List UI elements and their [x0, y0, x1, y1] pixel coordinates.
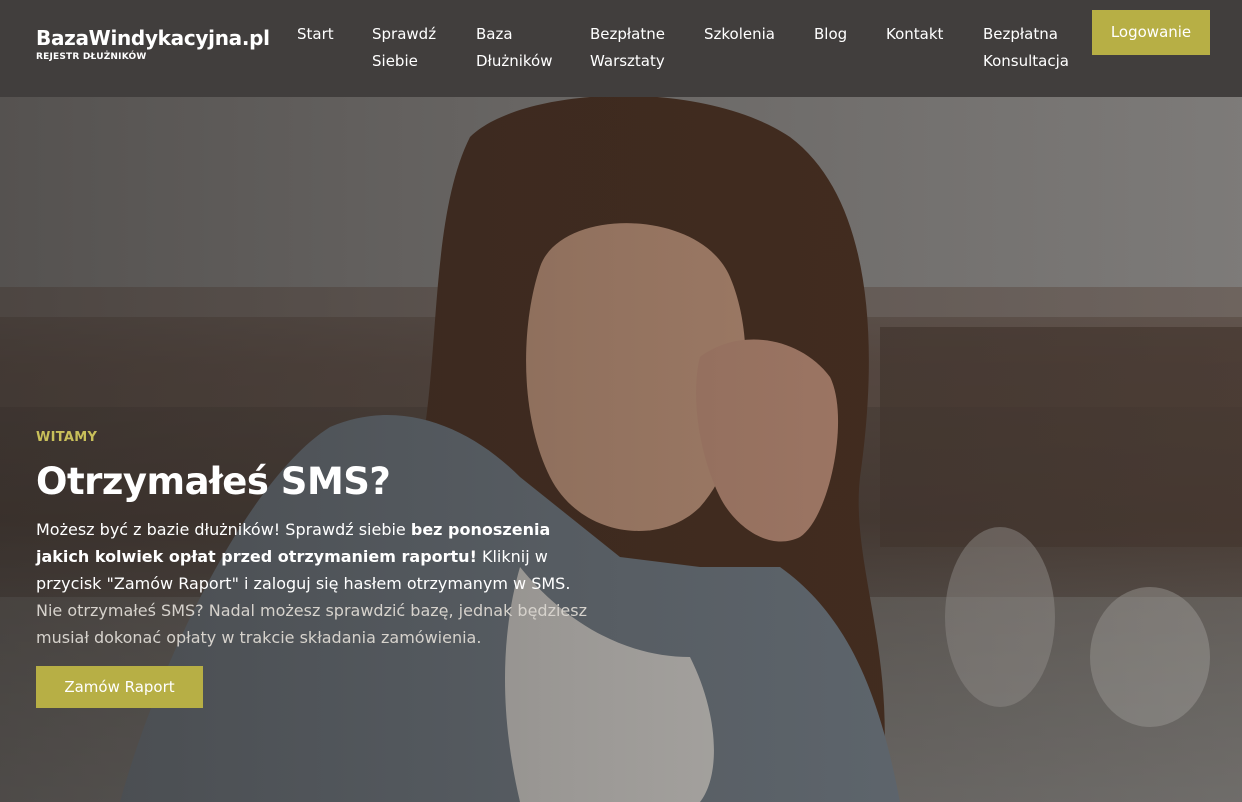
nav-item-start[interactable]: Start	[297, 21, 334, 48]
nav-label-line1: Sprawdź	[372, 25, 437, 43]
nav-label-line1: Bezpłatne	[590, 25, 665, 43]
nav-label-line1: Baza	[476, 25, 513, 43]
nav-label-line2: Siebie	[372, 52, 418, 70]
nav-label-line1: Bezpłatna	[983, 25, 1058, 43]
nav-item-sprawdz-siebie[interactable]: Sprawdź Siebie	[372, 21, 436, 75]
nav-label: Blog	[814, 25, 848, 43]
nav-item-bezplatna-konsultacja[interactable]: Bezpłatna Konsultacja	[983, 21, 1069, 75]
nav-label: Start	[297, 25, 334, 43]
nav-item-blog[interactable]: Blog	[814, 21, 847, 48]
logo-title: BazaWindykacyjna.pl	[36, 26, 270, 50]
hero-content: WITAMY Otrzymałeś SMS? Możesz być z bazi…	[36, 430, 596, 708]
logo-tagline: REJESTR DŁUŻNIKÓW	[36, 52, 147, 62]
site-logo[interactable]: BazaWindykacyjna.pl REJESTR DŁUŻNIKÓW	[36, 25, 270, 62]
nav-label-line2: Dłużników	[476, 52, 553, 70]
nav-item-szkolenia[interactable]: Szkolenia	[704, 21, 775, 48]
order-report-button[interactable]: Zamów Raport	[36, 666, 203, 708]
hero-section: WITAMY Otrzymałeś SMS? Możesz być z bazi…	[0, 97, 1242, 802]
site-header: BazaWindykacyjna.pl REJESTR DŁUŻNIKÓW St…	[0, 0, 1242, 97]
nav-label-line2: Warsztaty	[590, 52, 665, 70]
lead-part1: Możesz być z bazie dłużników! Sprawdź si…	[36, 520, 411, 539]
nav-item-baza-dluznikow[interactable]: Baza Dłużników	[476, 21, 552, 75]
login-button[interactable]: Logowanie	[1092, 10, 1210, 55]
hero-lead-text: Możesz być z bazie dłużników! Sprawdź si…	[36, 516, 596, 597]
hero-eyebrow: WITAMY	[36, 430, 98, 445]
nav-label: Kontakt	[886, 25, 944, 43]
hero-headline: Otrzymałeś SMS?	[36, 460, 391, 503]
nav-item-bezplatne-warsztaty[interactable]: Bezpłatne Warsztaty	[590, 21, 665, 75]
nav-label: Szkolenia	[704, 25, 775, 43]
nav-label-line2: Konsultacja	[983, 52, 1069, 70]
hero-sub-text: Nie otrzymałeś SMS? Nadal możesz sprawdz…	[36, 601, 587, 647]
nav-item-kontakt[interactable]: Kontakt	[886, 21, 943, 48]
